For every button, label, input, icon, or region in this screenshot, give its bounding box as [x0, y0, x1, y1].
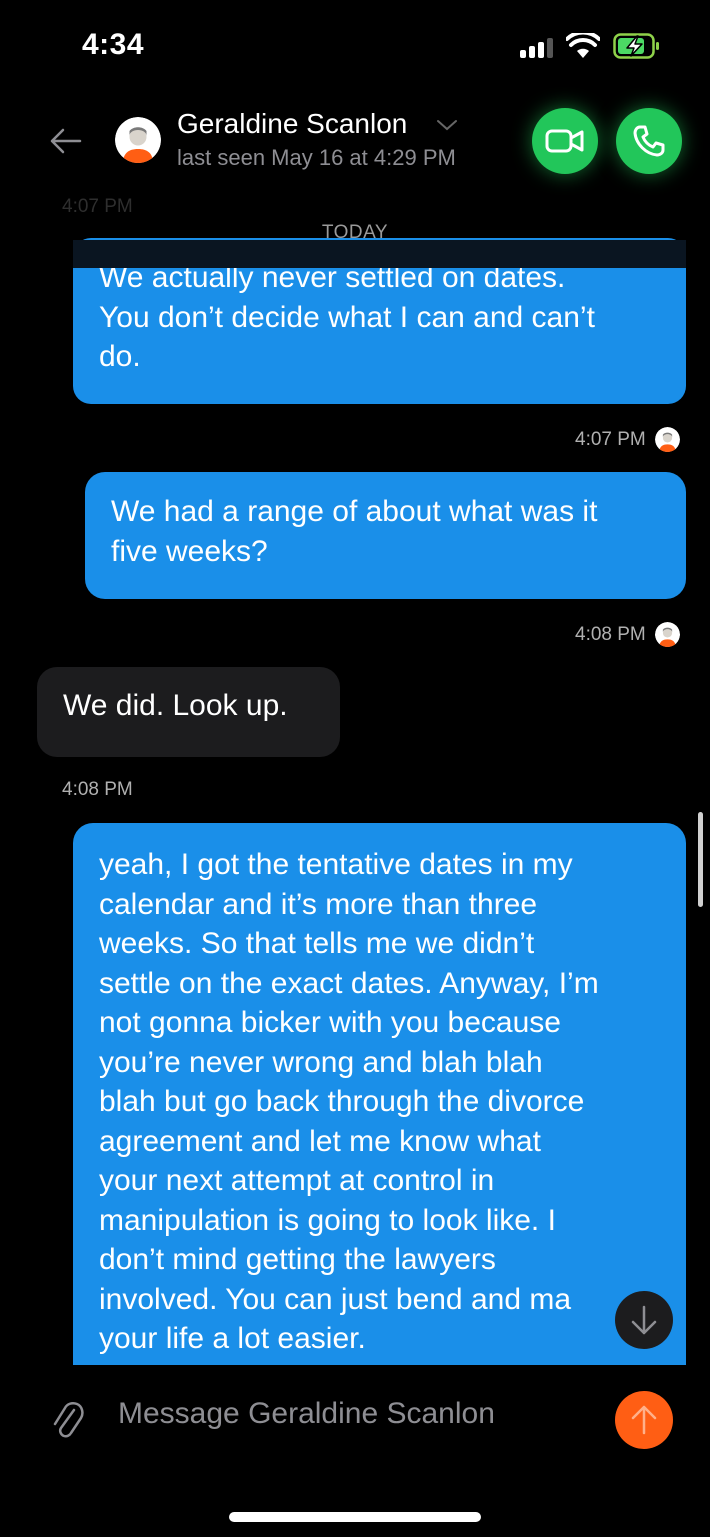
message-line: don’t mind getting the lawyers — [99, 1243, 496, 1276]
video-camera-icon — [545, 129, 584, 153]
read-receipt-avatar — [654, 622, 680, 647]
message-line: you’re never wrong and blah blah — [99, 1045, 543, 1079]
partial-timestamp: 4:07 PM — [62, 196, 133, 217]
arrow-left-icon[interactable] — [48, 124, 82, 158]
message-input[interactable] — [118, 1392, 588, 1436]
message-line: settle on the exact dates. Anyway, I’m — [99, 966, 599, 1000]
message-line: calendar and it’s more than three — [99, 887, 538, 921]
status-time: 4:34 — [82, 28, 145, 61]
send-button[interactable] — [615, 1391, 673, 1449]
read-receipt-avatar — [654, 427, 680, 452]
message-line: manipulation is going to look like. I — [99, 1203, 556, 1237]
date-divider-band — [73, 240, 686, 268]
message-timestamp: 4:08 PM — [575, 622, 680, 647]
paperclip-icon[interactable] — [50, 1398, 84, 1440]
message-line: You don’t decide what I can and can’t — [99, 300, 595, 334]
voice-call-button[interactable] — [616, 108, 682, 174]
incoming-message[interactable]: We did. Look up. — [37, 667, 340, 757]
last-seen-status: last seen May 16 at 4:29 PM — [177, 145, 456, 170]
message-line: We had a range of about what was it — [111, 495, 598, 528]
message-line: your next attempt at control in — [99, 1164, 495, 1197]
wifi-icon — [566, 33, 600, 58]
date-divider: TODAY — [321, 222, 389, 243]
battery-charging-icon — [613, 33, 659, 59]
contact-avatar[interactable] — [115, 117, 161, 163]
message-line: We did. Look up. — [63, 689, 288, 722]
message-line: agreement and let me know what — [99, 1124, 541, 1158]
message-line: weeks. So that tells me we didn’t — [99, 927, 535, 960]
contact-name[interactable]: Geraldine Scanlon — [177, 108, 407, 140]
message-line: not gonna bicker with you because — [99, 1006, 561, 1039]
message-time: 4:08 PM — [575, 623, 646, 645]
message-line: five weeks? — [111, 534, 268, 568]
message-line: involved. You can just bend and ma — [99, 1282, 572, 1316]
message-time: 4:08 PM — [62, 779, 133, 800]
arrow-up-icon — [631, 1405, 657, 1435]
cellular-signal-icon — [520, 38, 556, 58]
message-line: do. — [99, 340, 141, 373]
outgoing-message[interactable]: We had a range of about what was it five… — [85, 472, 686, 599]
chat-screen: 4:34 Geraldine Scanlon last seen May 16 … — [0, 0, 710, 1537]
phone-icon — [633, 125, 665, 157]
message-timestamp: 4:07 PM — [575, 427, 680, 452]
message-line: blah but go back through the divorce — [99, 1085, 585, 1118]
message-line: your life a lot easier. — [99, 1322, 366, 1355]
message-line: yeah, I got the tentative dates in my — [99, 848, 573, 881]
home-indicator[interactable] — [229, 1512, 481, 1522]
video-call-button[interactable] — [532, 108, 598, 174]
scroll-to-bottom-button[interactable] — [615, 1291, 673, 1349]
arrow-down-icon — [631, 1305, 657, 1335]
scrollbar[interactable] — [698, 812, 703, 907]
message-time: 4:07 PM — [575, 428, 646, 450]
chevron-down-icon[interactable] — [436, 118, 458, 132]
outgoing-message[interactable]: yeah, I got the tentative dates in my ca… — [73, 823, 686, 1365]
